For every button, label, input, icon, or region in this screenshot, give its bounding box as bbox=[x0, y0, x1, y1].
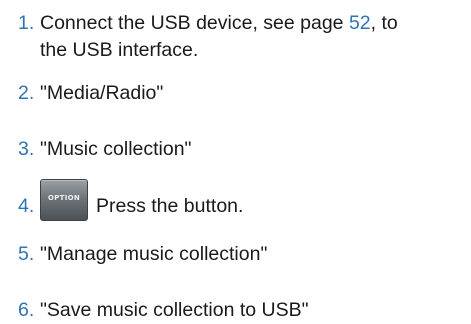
step-number: 1. bbox=[18, 12, 35, 34]
step-text: "Manage music collection" bbox=[40, 243, 268, 265]
step-text: "Save music collection to USB" bbox=[40, 299, 309, 321]
step-text: "Media/Radio" bbox=[40, 82, 164, 104]
step-number: 2. bbox=[18, 82, 35, 104]
step-text-part: Connect the USB device, see page bbox=[40, 12, 349, 34]
step-text: "Music collection" bbox=[40, 138, 192, 160]
step-text-line-1: Connect the USB device, see page 52, to bbox=[40, 10, 468, 37]
step-text: Connect the USB device, see page 52, to … bbox=[40, 10, 468, 64]
page-reference-link[interactable]: 52 bbox=[349, 12, 371, 34]
step-text: Press the button. bbox=[96, 195, 244, 217]
step-number: 3. bbox=[18, 138, 35, 160]
step-number: 5. bbox=[18, 243, 35, 265]
option-button-icon: OPTION bbox=[40, 179, 88, 221]
step-number: 6. bbox=[18, 299, 35, 321]
step-number: 4. bbox=[18, 195, 35, 217]
step-text-line-2: the USB interface. bbox=[40, 39, 199, 61]
step-text-part: , to bbox=[370, 12, 398, 34]
